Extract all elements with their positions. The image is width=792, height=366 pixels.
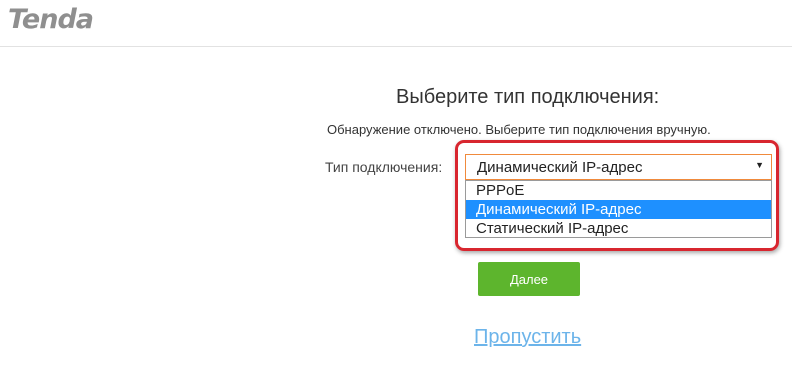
option-static-ip[interactable]: Статический IP-адрес	[466, 219, 771, 238]
option-pppoe[interactable]: PPPoE	[466, 181, 771, 200]
tenda-logo: Tenda	[8, 4, 94, 35]
detection-notice: Обнаружение отключено. Выберите тип подк…	[327, 122, 711, 137]
option-dynamic-ip[interactable]: Динамический IP-адрес	[466, 200, 771, 219]
setup-wizard-page: Tenda Выберите тип подключения: Обнаруже…	[0, 0, 792, 366]
next-button[interactable]: Далее	[478, 262, 580, 296]
chevron-down-icon[interactable]: ▼	[755, 160, 764, 170]
connection-type-label: Тип подключения:	[325, 159, 443, 175]
connection-type-options: PPPoE Динамический IP-адрес Статический …	[465, 180, 772, 238]
skip-link[interactable]: Пропустить	[474, 326, 581, 349]
page-title: Выберите тип подключения:	[396, 86, 660, 108]
header-divider	[0, 46, 792, 47]
connection-type-value: Динамический IP-адрес	[477, 159, 643, 176]
connection-type-select[interactable]: Динамический IP-адрес ▼	[465, 154, 772, 180]
